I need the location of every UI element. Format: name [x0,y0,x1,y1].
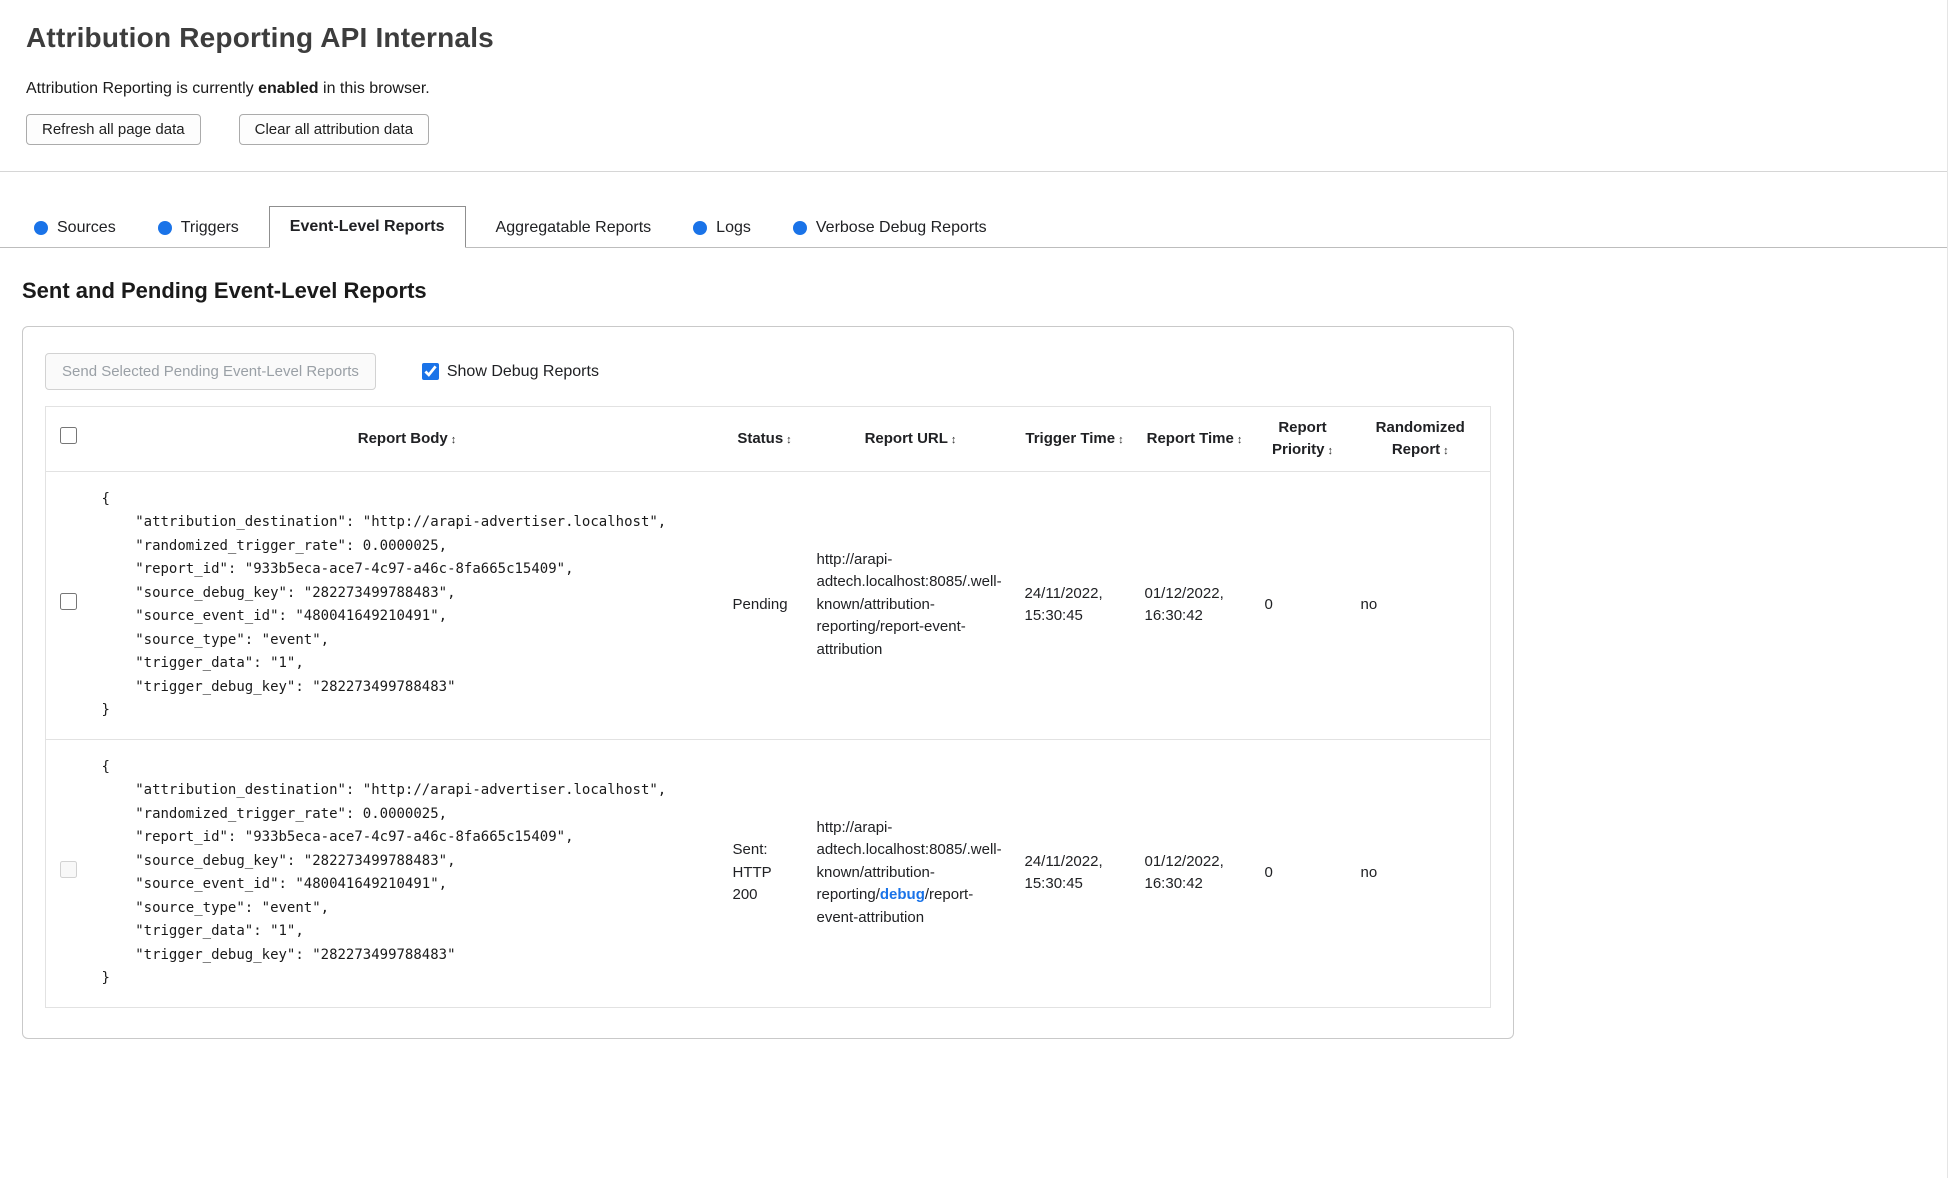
report-body-cell: { "attribution_destination": "http://ara… [91,739,723,1008]
report-body-cell: { "attribution_destination": "http://ara… [91,471,723,740]
report-url: http://arapi-adtech.localhost:8085/.well… [806,739,1015,1008]
report-priority: 0 [1254,739,1351,1008]
select-all-checkbox[interactable] [60,426,78,444]
status-enabled-text: enabled [258,80,319,97]
show-debug-label: Show Debug Reports [446,362,599,380]
show-debug-checkbox[interactable] [421,363,439,380]
sort-icon: ↕ [450,433,457,446]
column-label: Report URL [864,429,948,447]
row-select-cell [45,739,92,1008]
clear-all-button[interactable]: Clear all attribution data [238,114,430,145]
status-line: Attribution Reporting is currently enabl… [26,80,1921,98]
logs-status-dot-icon [693,221,708,235]
send-selected-button[interactable]: Send Selected Pending Event-Level Report… [45,353,376,390]
triggers-status-dot-icon [157,221,172,235]
page-title: Attribution Reporting API Internals [26,22,494,53]
column-header-trigger-time[interactable]: Trigger Time ↕ [1014,406,1135,472]
report-status: Sent: HTTP 200 [722,739,807,1008]
report-time: 01/12/2022, 16:30:42 [1134,471,1255,740]
column-header-report-url[interactable]: Report URL ↕ [806,406,1015,472]
sort-icon: ↕ [1327,444,1334,457]
column-header-status[interactable]: Status ↕ [722,406,807,472]
tab-bar: Sources Triggers Event-Level Reports Agg… [0,206,1947,248]
tab-event-level-reports[interactable]: Event-Level Reports [268,206,466,248]
column-header-report-time[interactable]: Report Time ↕ [1134,406,1255,472]
report-row-pending: { "attribution_destination": "http://ara… [45,471,1491,740]
sources-status-dot-icon [34,221,48,235]
trigger-time: 24/11/2022, 15:30:45 [1014,739,1135,1008]
tab-aggregatable-reports[interactable]: Aggregatable Reports [484,209,664,247]
report-body-json: { "attribution_destination": "http://ara… [101,758,667,987]
report-row-sent: { "attribution_destination": "http://ara… [45,739,1491,1008]
select-all-header [45,406,92,472]
column-label: Trigger Time [1025,429,1116,447]
verbose-debug-status-dot-icon [792,221,807,235]
report-url-text: http://arapi-adtech.localhost:8085/.well… [816,550,1002,658]
top-button-row: Refresh all page data Clear all attribut… [26,114,1921,145]
column-label: Status [737,429,784,447]
tab-logs-label: Logs [716,219,751,236]
sort-icon: ↕ [950,433,957,446]
column-label: Report Priority [1271,419,1327,458]
page-divider [0,171,1947,172]
sort-icon: ↕ [1236,433,1243,446]
tab-logs[interactable]: Logs [681,209,763,247]
row-select-cell [45,471,92,740]
randomized-report: no [1350,739,1491,1008]
reports-table: Report Body ↕ Status ↕ Report URL ↕ Trigger… [45,406,1491,1008]
column-label: Report Time [1146,429,1234,447]
refresh-all-button[interactable]: Refresh all page data [26,114,201,145]
section-heading: Sent and Pending Event-Level Reports [22,278,427,303]
sort-icon: ↕ [786,433,792,446]
column-label: Report Body [357,429,448,447]
report-time: 01/12/2022, 16:30:42 [1134,739,1255,1008]
tab-verbose-debug-reports-label: Verbose Debug Reports [815,219,987,236]
column-header-randomized-report[interactable]: Randomized Report ↕ [1350,406,1491,472]
status-prefix: Attribution Reporting is currently [26,80,259,97]
tab-triggers[interactable]: Triggers [146,209,251,247]
tab-aggregatable-reports-label: Aggregatable Reports [495,219,652,236]
sort-icon: ↕ [1443,444,1449,457]
debug-path-highlight: debug [879,886,925,904]
trigger-time: 24/11/2022, 15:30:45 [1014,471,1135,740]
column-label: Randomized Report [1375,419,1465,458]
column-header-report-body[interactable]: Report Body ↕ [91,406,723,472]
row-select-checkbox-disabled [60,860,78,878]
row-select-checkbox[interactable] [60,592,78,610]
report-priority: 0 [1254,471,1351,740]
show-debug-toggle[interactable]: Show Debug Reports [421,362,599,381]
event-level-reports-panel: Send Selected Pending Event-Level Report… [22,326,1514,1039]
sort-icon: ↕ [1118,433,1124,446]
report-controls-row: Send Selected Pending Event-Level Report… [45,353,1491,390]
tab-sources-label: Sources [57,219,116,236]
randomized-report: no [1350,471,1491,740]
report-status: Pending [722,471,807,740]
report-body-json: { "attribution_destination": "http://ara… [101,490,667,719]
table-header-row: Report Body ↕ Status ↕ Report URL ↕ Trigger… [45,406,1491,472]
tab-triggers-label: Triggers [180,219,239,236]
tab-event-level-reports-label: Event-Level Reports [289,218,445,235]
attribution-internals-page: Attribution Reporting API Internals Attr… [0,0,1948,1178]
status-suffix: in this browser. [318,80,430,97]
tab-verbose-debug-reports[interactable]: Verbose Debug Reports [781,209,999,247]
report-url: http://arapi-adtech.localhost:8085/.well… [806,471,1015,740]
tab-sources[interactable]: Sources [22,209,128,247]
column-header-report-priority[interactable]: Report Priority ↕ [1254,406,1351,472]
